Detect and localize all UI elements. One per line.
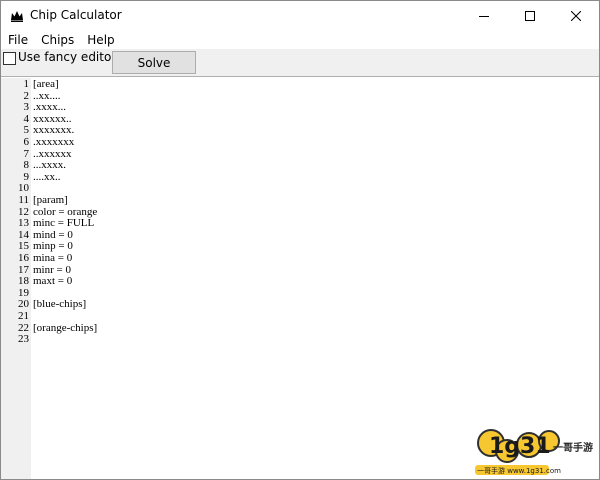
line-number: 12 bbox=[18, 205, 29, 218]
close-button[interactable] bbox=[553, 1, 599, 31]
editor-line: 2 ..xx.... bbox=[1, 90, 591, 102]
line-number: 16 bbox=[18, 252, 29, 264]
line-text: ..xx.... bbox=[33, 89, 61, 102]
line-number: 18 bbox=[18, 275, 29, 288]
config-editor[interactable]: 1 [area] 2 ..xx.... 3 .xxxx... 4 xxxxxx.. 5 xxxxx… bbox=[1, 76, 599, 479]
line-number: 14 bbox=[18, 228, 29, 241]
solve-button[interactable]: Solve bbox=[112, 51, 196, 74]
editor-line: 5 xxxxxxx. bbox=[1, 124, 591, 136]
line-number: 21 bbox=[18, 310, 29, 322]
maximize-icon bbox=[525, 11, 535, 21]
editor-line: 18 maxt = 0 bbox=[1, 275, 591, 287]
line-text: mina = 0 bbox=[33, 252, 73, 264]
line-number: 23 bbox=[18, 333, 29, 346]
editor-line: 15 minp = 0 bbox=[1, 240, 591, 252]
line-text: .xxxx... bbox=[33, 101, 66, 114]
crown-icon bbox=[11, 11, 23, 22]
line-text: color = orange bbox=[33, 205, 98, 218]
editor-line: 19 bbox=[1, 287, 591, 299]
close-icon bbox=[571, 11, 581, 21]
toolbar: Use fancy editor Solve bbox=[1, 49, 599, 76]
line-text: [param] bbox=[33, 194, 68, 206]
line-number: 17 bbox=[18, 263, 29, 276]
title-bar[interactable]: Chip Calculator bbox=[1, 1, 599, 31]
line-text: maxt = 0 bbox=[33, 275, 73, 288]
line-number: 11 bbox=[18, 194, 29, 206]
line-text: .xxxxxxx bbox=[33, 136, 75, 148]
line-text: xxxxxxx. bbox=[33, 124, 75, 137]
line-text: minp = 0 bbox=[33, 240, 73, 253]
line-number: 2 bbox=[23, 89, 30, 102]
editor-line: 13 minc = FULL bbox=[1, 217, 591, 229]
editor-line: 6 .xxxxxxx bbox=[1, 136, 591, 148]
line-text: [area] bbox=[33, 78, 59, 90]
line-text: [blue-chips] bbox=[33, 298, 87, 311]
line-number: 1 bbox=[23, 78, 30, 90]
line-text: ..xxxxxx bbox=[33, 147, 72, 160]
editor-line: 17 minr = 0 bbox=[1, 264, 591, 276]
editor-line: 1 [area] bbox=[1, 78, 591, 90]
app-window: Chip Calculator File Chips Help Use fanc… bbox=[0, 0, 600, 480]
line-number: 15 bbox=[18, 240, 29, 253]
line-number: 6 bbox=[23, 136, 30, 148]
watermark-brand: 一哥手游 bbox=[553, 441, 593, 454]
editor-line: 8 ...xxxx. bbox=[1, 159, 591, 171]
line-number: 3 bbox=[23, 101, 30, 114]
editor-line: 14 mind = 0 bbox=[1, 229, 591, 241]
editor-line: 16 mina = 0 bbox=[1, 252, 591, 264]
editor-line: 7 ..xxxxxx bbox=[1, 148, 591, 160]
editor-line: 11 [param] bbox=[1, 194, 591, 206]
editor-line: 9 ....xx.. bbox=[1, 171, 591, 183]
line-text: ....xx.. bbox=[33, 170, 61, 183]
fancy-editor-checkbox[interactable] bbox=[3, 52, 16, 65]
line-number: 9 bbox=[23, 170, 30, 183]
watermark-site: 一哥手游 www.1g31.com bbox=[477, 466, 561, 475]
line-number: 19 bbox=[18, 286, 29, 299]
line-number: 8 bbox=[23, 159, 30, 172]
menu-file[interactable]: File bbox=[1, 31, 34, 49]
line-number: 5 bbox=[23, 124, 30, 137]
editor-line: 20 [blue-chips] bbox=[1, 298, 591, 310]
minimize-icon bbox=[479, 16, 489, 17]
minimize-button[interactable] bbox=[461, 1, 507, 31]
line-text: minr = 0 bbox=[33, 263, 71, 276]
line-number: 13 bbox=[18, 217, 29, 230]
menu-bar: File Chips Help bbox=[1, 31, 599, 49]
menu-chips[interactable]: Chips bbox=[34, 31, 80, 49]
line-text: mind = 0 bbox=[33, 228, 73, 241]
editor-line: 10 bbox=[1, 182, 591, 194]
editor-line: 22 [orange-chips] bbox=[1, 322, 591, 334]
editor-line: 4 xxxxxx.. bbox=[1, 113, 591, 125]
fancy-editor-label[interactable]: Use fancy editor bbox=[18, 50, 116, 64]
site-watermark: 1g31 一哥手游 一哥手游 www.1g31.com bbox=[475, 429, 593, 475]
line-number: 22 bbox=[18, 321, 29, 334]
editor-line: 3 .xxxx... bbox=[1, 101, 591, 113]
maximize-button[interactable] bbox=[507, 1, 553, 31]
window-title: Chip Calculator bbox=[30, 8, 122, 22]
editor-line: 12 color = orange bbox=[1, 206, 591, 218]
line-text: minc = FULL bbox=[33, 217, 95, 230]
line-number: 4 bbox=[23, 112, 30, 125]
line-text: ...xxxx. bbox=[33, 159, 66, 172]
editor-line: 21 bbox=[1, 310, 591, 322]
line-number: 10 bbox=[18, 182, 29, 195]
line-text: [orange-chips] bbox=[33, 321, 98, 334]
watermark-logo: 1g31 bbox=[489, 434, 551, 459]
menu-help[interactable]: Help bbox=[80, 31, 120, 49]
line-number: 20 bbox=[18, 298, 29, 311]
line-text: xxxxxx.. bbox=[33, 112, 72, 125]
line-number: 7 bbox=[23, 147, 30, 160]
editor-line: 23 bbox=[1, 333, 591, 345]
